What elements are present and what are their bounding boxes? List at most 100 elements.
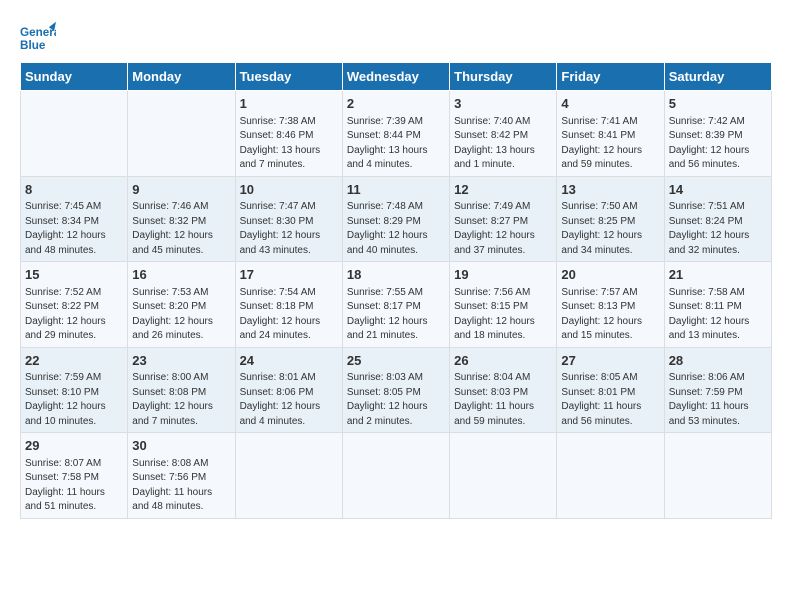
day-number: 12 — [454, 181, 552, 199]
cell-text: Sunrise: 7:51 AMSunset: 8:24 PMDaylight:… — [669, 201, 750, 256]
calendar-table: SundayMondayTuesdayWednesdayThursdayFrid… — [20, 62, 772, 519]
week-row-3: 15 Sunrise: 7:52 AMSunset: 8:22 PMDayligh… — [21, 262, 772, 348]
day-number: 24 — [240, 352, 338, 370]
day-number: 30 — [132, 437, 230, 455]
empty-cell — [128, 91, 235, 177]
day-cell-19: 19 Sunrise: 7:56 AMSunset: 8:15 PMDayligh… — [450, 262, 557, 348]
day-cell-14: 14 Sunrise: 7:51 AMSunset: 8:24 PMDayligh… — [664, 176, 771, 262]
day-number: 15 — [25, 266, 123, 284]
day-cell-12: 12 Sunrise: 7:49 AMSunset: 8:27 PMDayligh… — [450, 176, 557, 262]
day-number: 26 — [454, 352, 552, 370]
empty-cell — [664, 433, 771, 519]
day-number: 5 — [669, 95, 767, 113]
cell-text: Sunrise: 8:07 AMSunset: 7:58 PMDaylight:… — [25, 458, 105, 513]
empty-cell — [21, 91, 128, 177]
day-cell-24: 24 Sunrise: 8:01 AMSunset: 8:06 PMDayligh… — [235, 347, 342, 433]
day-cell-15: 15 Sunrise: 7:52 AMSunset: 8:22 PMDayligh… — [21, 262, 128, 348]
header-cell-thursday: Thursday — [450, 63, 557, 91]
day-number: 29 — [25, 437, 123, 455]
day-cell-20: 20 Sunrise: 7:57 AMSunset: 8:13 PMDayligh… — [557, 262, 664, 348]
cell-text: Sunrise: 8:04 AMSunset: 8:03 PMDaylight:… — [454, 372, 534, 427]
cell-text: Sunrise: 7:55 AMSunset: 8:17 PMDaylight:… — [347, 287, 428, 342]
cell-text: Sunrise: 7:53 AMSunset: 8:20 PMDaylight:… — [132, 287, 213, 342]
logo-icon: General Blue — [20, 20, 56, 56]
week-row-4: 22 Sunrise: 7:59 AMSunset: 8:10 PMDayligh… — [21, 347, 772, 433]
week-row-2: 8 Sunrise: 7:45 AMSunset: 8:34 PMDaylight… — [21, 176, 772, 262]
day-cell-29: 29 Sunrise: 8:07 AMSunset: 7:58 PMDayligh… — [21, 433, 128, 519]
cell-text: Sunrise: 8:03 AMSunset: 8:05 PMDaylight:… — [347, 372, 428, 427]
day-number: 16 — [132, 266, 230, 284]
week-row-5: 29 Sunrise: 8:07 AMSunset: 7:58 PMDayligh… — [21, 433, 772, 519]
day-cell-1: 1 Sunrise: 7:38 AMSunset: 8:46 PMDaylight… — [235, 91, 342, 177]
day-cell-5: 5 Sunrise: 7:42 AMSunset: 8:39 PMDaylight… — [664, 91, 771, 177]
cell-text: Sunrise: 7:47 AMSunset: 8:30 PMDaylight:… — [240, 201, 321, 256]
day-number: 23 — [132, 352, 230, 370]
cell-text: Sunrise: 8:06 AMSunset: 7:59 PMDaylight:… — [669, 372, 749, 427]
empty-cell — [450, 433, 557, 519]
cell-text: Sunrise: 7:57 AMSunset: 8:13 PMDaylight:… — [561, 287, 642, 342]
day-cell-8: 8 Sunrise: 7:45 AMSunset: 8:34 PMDaylight… — [21, 176, 128, 262]
day-number: 13 — [561, 181, 659, 199]
day-number: 28 — [669, 352, 767, 370]
day-number: 25 — [347, 352, 445, 370]
cell-text: Sunrise: 7:58 AMSunset: 8:11 PMDaylight:… — [669, 287, 750, 342]
day-number: 18 — [347, 266, 445, 284]
cell-text: Sunrise: 7:40 AMSunset: 8:42 PMDaylight:… — [454, 116, 535, 171]
cell-text: Sunrise: 7:49 AMSunset: 8:27 PMDaylight:… — [454, 201, 535, 256]
cell-text: Sunrise: 8:05 AMSunset: 8:01 PMDaylight:… — [561, 372, 641, 427]
svg-text:Blue: Blue — [20, 39, 46, 52]
day-cell-10: 10 Sunrise: 7:47 AMSunset: 8:30 PMDayligh… — [235, 176, 342, 262]
header-cell-saturday: Saturday — [664, 63, 771, 91]
day-number: 22 — [25, 352, 123, 370]
cell-text: Sunrise: 7:56 AMSunset: 8:15 PMDaylight:… — [454, 287, 535, 342]
cell-text: Sunrise: 8:08 AMSunset: 7:56 PMDaylight:… — [132, 458, 212, 513]
day-cell-18: 18 Sunrise: 7:55 AMSunset: 8:17 PMDayligh… — [342, 262, 449, 348]
empty-cell — [342, 433, 449, 519]
day-cell-4: 4Sunrise: 7:41 AMSunset: 8:41 PMDaylight… — [557, 91, 664, 177]
cell-text: Sunrise: 7:38 AMSunset: 8:46 PMDaylight:… — [240, 116, 321, 171]
cell-text: Sunrise: 7:50 AMSunset: 8:25 PMDaylight:… — [561, 201, 642, 256]
day-cell-27: 27Sunrise: 8:05 AMSunset: 8:01 PMDayligh… — [557, 347, 664, 433]
day-number: 19 — [454, 266, 552, 284]
empty-cell — [557, 433, 664, 519]
day-number: 20 — [561, 266, 659, 284]
cell-text: Sunrise: 7:52 AMSunset: 8:22 PMDaylight:… — [25, 287, 106, 342]
day-cell-9: 9Sunrise: 7:46 AMSunset: 8:32 PMDaylight… — [128, 176, 235, 262]
cell-text: Sunrise: 7:59 AMSunset: 8:10 PMDaylight:… — [25, 372, 106, 427]
header-cell-monday: Monday — [128, 63, 235, 91]
header-row: SundayMondayTuesdayWednesdayThursdayFrid… — [21, 63, 772, 91]
cell-text: Sunrise: 7:48 AMSunset: 8:29 PMDaylight:… — [347, 201, 428, 256]
header-cell-friday: Friday — [557, 63, 664, 91]
day-number: 4 — [561, 95, 659, 113]
day-cell-28: 28 Sunrise: 8:06 AMSunset: 7:59 PMDayligh… — [664, 347, 771, 433]
day-cell-16: 16 Sunrise: 7:53 AMSunset: 8:20 PMDayligh… — [128, 262, 235, 348]
day-number: 21 — [669, 266, 767, 284]
day-number: 8 — [25, 181, 123, 199]
day-number: 10 — [240, 181, 338, 199]
cell-text: Sunrise: 7:54 AMSunset: 8:18 PMDaylight:… — [240, 287, 321, 342]
day-number: 1 — [240, 95, 338, 113]
day-number: 14 — [669, 181, 767, 199]
day-cell-30: 30 Sunrise: 8:08 AMSunset: 7:56 PMDayligh… — [128, 433, 235, 519]
day-number: 11 — [347, 181, 445, 199]
day-cell-21: 21 Sunrise: 7:58 AMSunset: 8:11 PMDayligh… — [664, 262, 771, 348]
day-number: 9 — [132, 181, 230, 199]
logo: General Blue — [20, 20, 60, 56]
header-cell-sunday: Sunday — [21, 63, 128, 91]
day-cell-2: 2 Sunrise: 7:39 AMSunset: 8:44 PMDaylight… — [342, 91, 449, 177]
day-cell-17: 17 Sunrise: 7:54 AMSunset: 8:18 PMDayligh… — [235, 262, 342, 348]
day-cell-25: 25 Sunrise: 8:03 AMSunset: 8:05 PMDayligh… — [342, 347, 449, 433]
cell-text: Sunrise: 8:00 AMSunset: 8:08 PMDaylight:… — [132, 372, 213, 427]
day-number: 17 — [240, 266, 338, 284]
cell-text: Sunrise: 7:42 AMSunset: 8:39 PMDaylight:… — [669, 116, 750, 171]
cell-text: Sunrise: 8:01 AMSunset: 8:06 PMDaylight:… — [240, 372, 321, 427]
empty-cell — [235, 433, 342, 519]
day-number: 3 — [454, 95, 552, 113]
cell-text: Sunrise: 7:45 AMSunset: 8:34 PMDaylight:… — [25, 201, 106, 256]
day-cell-23: 23 Sunrise: 8:00 AMSunset: 8:08 PMDayligh… — [128, 347, 235, 433]
week-row-1: 1 Sunrise: 7:38 AMSunset: 8:46 PMDaylight… — [21, 91, 772, 177]
day-number: 2 — [347, 95, 445, 113]
cell-text: Sunrise: 7:39 AMSunset: 8:44 PMDaylight:… — [347, 116, 428, 171]
header-cell-wednesday: Wednesday — [342, 63, 449, 91]
day-cell-3: 3 Sunrise: 7:40 AMSunset: 8:42 PMDaylight… — [450, 91, 557, 177]
